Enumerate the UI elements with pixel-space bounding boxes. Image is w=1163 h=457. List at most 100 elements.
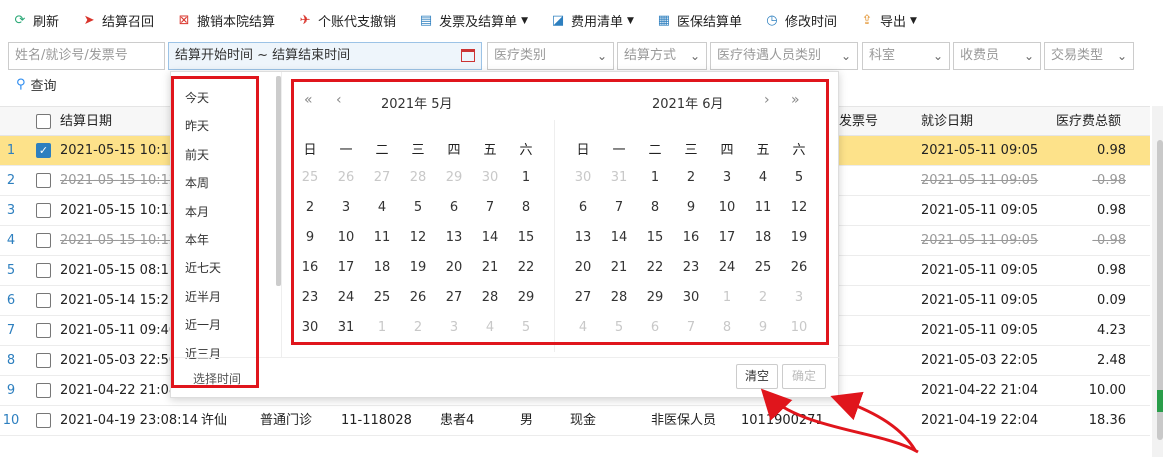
- row-checkbox[interactable]: ✓: [36, 143, 51, 158]
- chevron-down-icon: ⌄: [596, 49, 607, 63]
- row-number: 2: [6, 173, 16, 188]
- col-visit-date[interactable]: 就诊日期: [921, 107, 973, 137]
- insured-type-select[interactable]: 医疗待遇人员类别 ⌄: [710, 42, 858, 70]
- toolbar-button-label: 发票及结算单: [439, 15, 518, 30]
- medical-type-select[interactable]: 医疗类别 ⌄: [487, 42, 614, 70]
- medical-type-label: 医疗类别: [494, 48, 547, 63]
- row-checkbox[interactable]: [36, 233, 51, 248]
- col-total-fee[interactable]: 医疗费总额: [1056, 107, 1121, 137]
- toolbar-button-invoice[interactable]: ▤ 发票及结算单 ▼: [418, 11, 528, 31]
- toolbar-button-label: 个账代支撤销: [318, 15, 397, 30]
- row-number: 4: [6, 233, 16, 248]
- calendar-icon: [461, 49, 475, 62]
- visit-date-cell: 2021-05-11 09:05: [921, 233, 1039, 248]
- settle-method-select[interactable]: 结算方式 ⌄: [617, 42, 707, 70]
- settle-date-cell: 2021-05-14 15:21: [60, 293, 178, 308]
- row-number: 10: [2, 413, 20, 428]
- settle-date-cell: 2021-05-11 09:40: [60, 323, 178, 338]
- sex-cell: 男: [520, 413, 534, 428]
- chevron-down-icon: ⌄: [932, 49, 943, 63]
- clear-button[interactable]: 清空: [736, 364, 778, 389]
- total-fee-cell: -0.98: [1092, 233, 1126, 248]
- recall-icon: ➤: [83, 12, 95, 28]
- toolbar-button-label: 费用清单: [571, 15, 624, 30]
- settle-date-cell: 2021-05-15 10:12: [60, 173, 178, 188]
- visit-no-cell: 11-118028: [341, 413, 412, 428]
- caret-down-icon: ▼: [627, 15, 634, 26]
- trade-type-select[interactable]: 交易类型 ⌄: [1044, 42, 1134, 70]
- settle-date-cell: 2021-05-15 08:17: [60, 263, 178, 278]
- toolbar: ⟳ 刷新 ➤ 结算召回 ⊠ 撤销本院结算 ✈ 个账代支撤销 ▤ 发票及结算单 ▼ ◪ 费用清单 ▼ ▦ 医保结…: [0, 0, 1163, 41]
- visit-date-cell: 2021-05-11 09:05: [921, 143, 1039, 158]
- cashier-label: 收费员: [960, 48, 1000, 63]
- row-checkbox[interactable]: [36, 173, 51, 188]
- chevron-down-icon: ⌄: [689, 49, 700, 63]
- search-icon: ⚲: [16, 77, 26, 92]
- personal-account-icon: ✈: [299, 12, 311, 28]
- toolbar-button-clock[interactable]: ◷ 修改时间: [764, 11, 837, 31]
- toolbar-button-label: 医保结算单: [676, 15, 742, 30]
- toolbar-button-recall[interactable]: ➤ 结算召回: [81, 11, 155, 31]
- row-checkbox[interactable]: [36, 323, 51, 338]
- row-checkbox[interactable]: [36, 293, 51, 308]
- col-invoice-no[interactable]: 发票号: [839, 107, 878, 137]
- row-number: 5: [6, 263, 16, 278]
- select-all-checkbox[interactable]: [36, 114, 51, 129]
- total-fee-cell: 0.98: [1097, 203, 1126, 218]
- toolbar-button-export[interactable]: ⇪ 导出 ▼: [859, 11, 917, 31]
- table-row[interactable]: 10 2021-04-19 23:08:14 许仙 普通门诊 11-118028 患者4 男…: [0, 406, 1150, 436]
- total-fee-cell: 0.98: [1097, 143, 1126, 158]
- row-checkbox[interactable]: [36, 353, 51, 368]
- insurance-sheet-icon: ▦: [657, 12, 671, 28]
- toolbar-button-fee-list[interactable]: ◪ 费用清单 ▼: [550, 11, 634, 31]
- visit-date-cell: 2021-05-11 09:05: [921, 173, 1039, 188]
- row-number: 1: [6, 143, 16, 158]
- toolbar-button-refresh[interactable]: ⟳ 刷新: [12, 11, 60, 31]
- toolbar-button-label: 撤销本院结算: [197, 15, 276, 30]
- row-checkbox[interactable]: [36, 383, 51, 398]
- date-range-input[interactable]: 结算开始时间 ~ 结算结束时间: [168, 42, 482, 70]
- visit-date-cell: 2021-04-19 22:04: [921, 413, 1039, 428]
- patient-cell: 患者4: [440, 413, 475, 428]
- query-button[interactable]: ⚲ 查询: [16, 75, 57, 94]
- trade-type-label: 交易类型: [1051, 48, 1104, 63]
- toolbar-button-label: 结算召回: [102, 15, 155, 30]
- department-label: 科室: [869, 48, 896, 63]
- settle-date-cell: 2021-05-03 22:50: [60, 353, 178, 368]
- cashier-select[interactable]: 收费员 ⌄: [953, 42, 1041, 70]
- toolbar-button-label: 修改时间: [784, 15, 837, 30]
- settle-date-cell: 2021-05-15 10:12: [60, 233, 178, 248]
- visit-date-cell: 2021-05-03 22:05: [921, 353, 1039, 368]
- toolbar-button-cancel-settle[interactable]: ⊠ 撤销本院结算: [176, 11, 276, 31]
- chevron-down-icon: ⌄: [840, 49, 851, 63]
- caret-down-icon: ▼: [521, 15, 528, 26]
- filter-bar: 姓名/就诊号/发票号 结算开始时间 ~ 结算结束时间 医疗类别 ⌄ 结算方式 ⌄ 医…: [0, 41, 1163, 71]
- caret-down-icon: ▼: [909, 15, 917, 26]
- total-fee-cell: 10.00: [1088, 383, 1126, 398]
- refresh-icon: ⟳: [14, 12, 26, 28]
- confirm-button[interactable]: 确定: [782, 364, 826, 389]
- visit-date-cell: 2021-05-11 09:05: [921, 263, 1039, 278]
- medical-type-cell: 普通门诊: [260, 413, 313, 428]
- search-input[interactable]: 姓名/就诊号/发票号: [8, 42, 165, 70]
- visit-date-cell: 2021-04-22 21:04: [921, 383, 1039, 398]
- cashier-cell: 许仙: [201, 413, 228, 428]
- toolbar-button-label: 刷新: [33, 15, 60, 30]
- invoice-icon: ▤: [419, 12, 433, 28]
- row-checkbox[interactable]: [36, 413, 51, 428]
- fee-list-icon: ◪: [551, 12, 565, 28]
- invoice-no-cell: 1011900271: [741, 413, 824, 428]
- col-settle-date[interactable]: 结算日期: [60, 107, 112, 137]
- toolbar-button-insurance-sheet[interactable]: ▦ 医保结算单: [656, 11, 742, 31]
- row-number: 6: [6, 293, 16, 308]
- toolbar-button-personal-account[interactable]: ✈ 个账代支撤销: [297, 11, 397, 31]
- cancel-settle-icon: ⊠: [178, 12, 190, 28]
- row-checkbox[interactable]: [36, 263, 51, 278]
- department-select[interactable]: 科室 ⌄: [862, 42, 950, 70]
- scroll-marker: [1157, 390, 1163, 412]
- toolbar-button-label: 导出: [879, 15, 906, 30]
- total-fee-cell: 0.09: [1097, 293, 1126, 308]
- total-fee-cell: -0.98: [1092, 173, 1126, 188]
- settle-date-cell: 2021-05-15 10:13: [60, 143, 178, 158]
- row-checkbox[interactable]: [36, 203, 51, 218]
